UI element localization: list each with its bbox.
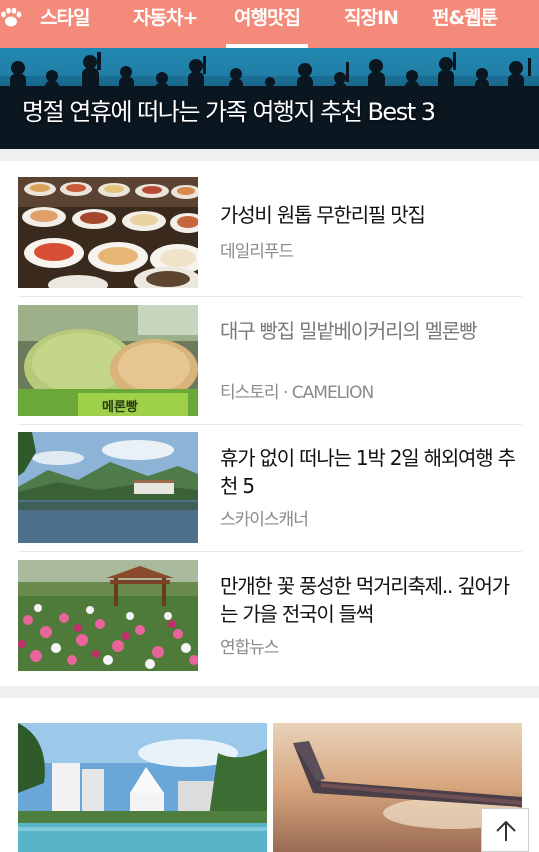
- melon-bread-image: 메론빵: [18, 305, 198, 416]
- cosmos-field-image: [18, 560, 198, 671]
- tab-work[interactable]: 직장IN: [344, 3, 399, 33]
- article-source: 연합뉴스: [220, 638, 280, 658]
- divider: [18, 424, 522, 425]
- tab-fun-webtoon[interactable]: 펀&웹툰: [432, 3, 498, 33]
- buffet-dishes-image: [18, 177, 198, 288]
- section-separator: [0, 686, 539, 698]
- divider: [18, 551, 522, 552]
- tab-style[interactable]: 스타일: [40, 3, 90, 33]
- scroll-top-button[interactable]: [481, 808, 529, 852]
- article-title[interactable]: 휴가 없이 떠나는 1박 2일 해외여행 추천 5: [220, 444, 520, 500]
- svg-text:메론빵: 메론빵: [102, 399, 138, 415]
- section-separator: [0, 149, 539, 161]
- lake-mountains-image: [18, 432, 198, 543]
- article-source: 데일리푸드: [220, 242, 294, 262]
- article-title[interactable]: 대구 빵집 밀밭베이커리의 멜론빵: [220, 317, 520, 345]
- list-item[interactable]: 메론빵 대구 빵집 밀밭베이커리의 멜론빵 티스토리 · CAMELION: [18, 305, 522, 417]
- article-title[interactable]: 가성비 원톱 무한리필 맛집: [220, 201, 520, 229]
- top-nav: 스타일 자동차+ 여행맛집 직장IN 펀&웹툰: [0, 0, 539, 48]
- article-source: 티스토리 · CAMELION: [220, 383, 374, 403]
- list-item[interactable]: 휴가 없이 떠나는 1박 2일 해외여행 추천 5 스카이스캐너: [18, 432, 522, 544]
- divider: [18, 296, 522, 297]
- tab-travel-food[interactable]: 여행맛집: [226, 3, 308, 48]
- article-title[interactable]: 만개한 꽃 풍성한 먹거리축제.. 깊어가는 가을 전국이 들썩: [220, 572, 520, 628]
- arrow-up-icon: [496, 820, 516, 841]
- hero-title: 명절 연휴에 떠나는 가족 여행지 추천 Best 3: [22, 98, 436, 126]
- tab-car[interactable]: 자동차+: [133, 3, 198, 33]
- list-item[interactable]: 만개한 꽃 풍성한 먹거리축제.. 깊어가는 가을 전국이 들썩 연합뉴스: [18, 560, 522, 672]
- card-resort[interactable]: [18, 723, 267, 852]
- paw-icon[interactable]: [0, 0, 22, 36]
- article-source: 스카이스캐너: [220, 510, 309, 530]
- list-item[interactable]: 가성비 원톱 무한리필 맛집 데일리푸드: [18, 177, 522, 289]
- resort-pool-image: [18, 723, 267, 852]
- hero-banner[interactable]: 명절 연휴에 떠나는 가족 여행지 추천 Best 3: [0, 48, 539, 149]
